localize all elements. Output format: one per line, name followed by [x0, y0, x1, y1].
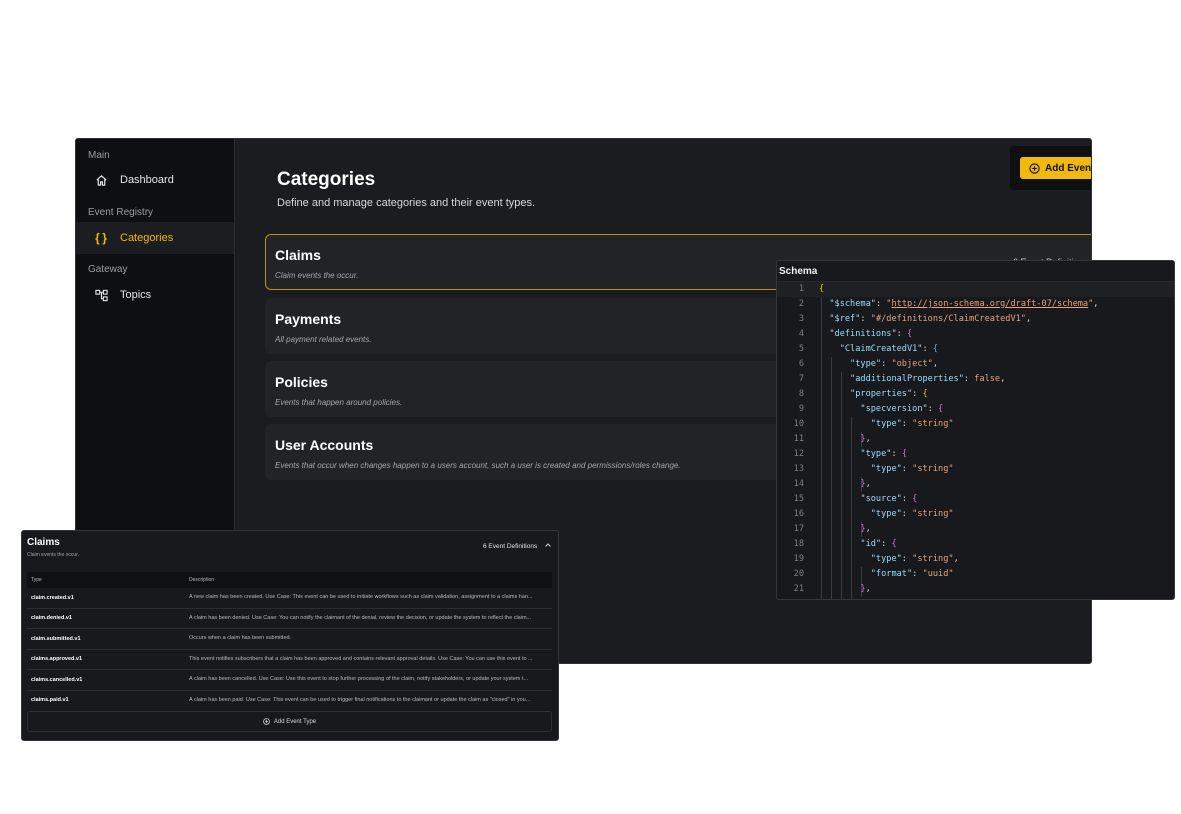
table-row[interactable]: claims.paid.v1 A claim has been paid. Us… — [27, 691, 552, 711]
category-name: User Accounts — [275, 437, 374, 453]
schema-panel: Schema 1{ 2 "$schema": "http://json-sche… — [776, 260, 1175, 600]
event-description: A new claim has been created. Use Case: … — [189, 594, 533, 600]
sidebar-section-gateway: Gateway — [88, 264, 128, 275]
page-subtitle: Define and manage categories and their e… — [277, 197, 536, 209]
page-title: Categories — [277, 169, 376, 190]
code-line: 9 "specversion": { — [798, 404, 944, 414]
chevron-up-icon[interactable] — [544, 541, 552, 549]
add-event-type-label: Add Event Type — [273, 718, 317, 725]
event-description: A claim has been denied. Use Case: You c… — [189, 614, 532, 621]
table-row[interactable]: claim.denied.v1 A claim has been denied.… — [27, 609, 552, 629]
category-name: Payments — [275, 311, 342, 327]
code-line: 17 }, — [793, 524, 871, 534]
category-description: All payment related events. — [275, 335, 372, 344]
event-type: claim.denied.v1 — [31, 615, 72, 622]
event-description: This event notifies subscribers that a c… — [189, 655, 533, 662]
event-description: A claim has been paid. Use Case: This ev… — [189, 696, 531, 703]
table-row[interactable]: claim.submitted.v1 Occurs when a claim h… — [27, 629, 552, 650]
code-line: 5 "ClaimCreatedV1": { — [798, 344, 939, 354]
home-icon — [92, 174, 110, 187]
table-row[interactable]: claims.approved.v1 This event notifies s… — [27, 650, 552, 670]
code-line: 6 "type": "object", — [798, 359, 939, 369]
code-line: 14 }, — [793, 479, 871, 489]
code-line: 18 "id": { — [793, 539, 897, 549]
code-line: 20 "format": "uuid" — [793, 569, 954, 579]
code-line: 12 "type": { — [793, 449, 907, 459]
sidebar-item-dashboard[interactable]: Dashboard — [76, 164, 234, 196]
braces-icon: { } — [95, 231, 107, 245]
category-name: Claims — [275, 247, 321, 263]
code-line: 21 }, — [793, 584, 871, 594]
code-editor[interactable]: 1{ 2 "$schema": "http://json-schema.org/… — [777, 281, 1174, 599]
add-event-button[interactable]: Add Event — [1020, 157, 1092, 179]
schema-title: Schema — [779, 266, 818, 277]
add-event-type-button[interactable]: Add Event Type — [27, 711, 552, 732]
event-type: claims.approved.v1 — [31, 656, 83, 663]
sidebar-section-event-registry: Event Registry — [88, 207, 154, 218]
table-header: Type Description — [27, 572, 552, 588]
code-line: 3 "$ref": "#/definitions/ClaimCreatedV1"… — [798, 314, 1032, 324]
event-description: A claim has been cancelled. Use Case: Us… — [189, 676, 529, 682]
sidebar-section-main: Main — [88, 150, 110, 161]
category-description: Events that happen around policies. — [275, 398, 403, 407]
code-line: 19 "type": "string", — [793, 554, 959, 564]
topics-icon — [92, 289, 110, 302]
code-line: 16 "type": "string" — [793, 509, 954, 519]
code-line: 13 "type": "string" — [793, 464, 954, 474]
sidebar-item-topics[interactable]: Topics — [76, 279, 234, 311]
plus-circle-icon — [1029, 162, 1040, 174]
sidebar-item-label: Categories — [120, 232, 174, 244]
sidebar-item-label: Dashboard — [120, 174, 174, 186]
event-description: Occurs when a claim has been submitted. — [189, 635, 292, 641]
plus-circle-icon — [263, 718, 270, 725]
claims-description: Claim events the occur. — [27, 552, 79, 558]
table-row[interactable]: claim.created.v1 A new claim has been cr… — [27, 588, 552, 609]
code-line: 8 "properties": { — [798, 389, 928, 399]
column-header-description: Description — [189, 577, 215, 583]
table-row[interactable]: claims.cancelled.v1 A claim has been can… — [27, 670, 552, 691]
add-event-container: Add Event — [1010, 146, 1092, 190]
code-line: 2 "$schema": "http://json-schema.org/dra… — [798, 299, 1099, 309]
code-line: 1{ — [777, 282, 1174, 297]
claims-count: 6 Event Definitions — [483, 543, 538, 550]
event-table: Type Description claim.created.v1 A new … — [27, 572, 552, 710]
event-type: claims.cancelled.v1 — [31, 676, 83, 683]
claims-panel: Claims Claim events the occur. 6 Event D… — [21, 530, 559, 741]
category-description: Claim events the occur. — [275, 271, 359, 280]
code-line: 4 "definitions": { — [798, 329, 913, 339]
event-type: claim.created.v1 — [31, 594, 74, 601]
code-line: 7 "additionalProperties": false, — [798, 374, 1006, 384]
category-description: Events that occur when changes happen to… — [275, 461, 681, 470]
add-event-label: Add Event — [1045, 162, 1092, 174]
sidebar-item-categories[interactable]: { } Categories — [76, 222, 234, 254]
event-type: claims.paid.v1 — [31, 697, 69, 704]
code-line: 10 "type": "string" — [793, 419, 954, 429]
event-type: claim.submitted.v1 — [31, 635, 81, 642]
code-line: 11 }, — [793, 434, 871, 444]
column-header-type: Type — [31, 577, 42, 583]
code-line: 15 "source": { — [793, 494, 918, 504]
sidebar-item-label: Topics — [120, 289, 152, 301]
category-name: Policies — [275, 374, 328, 390]
claims-title: Claims — [27, 537, 60, 548]
